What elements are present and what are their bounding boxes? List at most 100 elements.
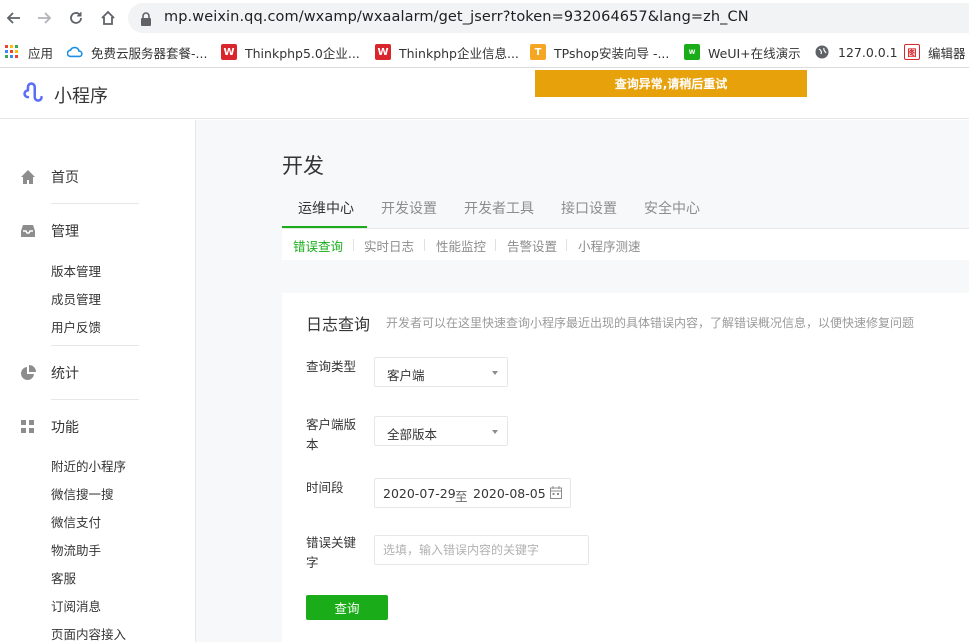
subtab-speed-test[interactable]: 小程序测速 [578, 236, 641, 255]
tpshop-icon: T [530, 44, 546, 60]
sidebar-item-label: 首页 [51, 170, 79, 186]
sidebar-item-label: 功能 [51, 420, 79, 436]
caret-down-icon [492, 371, 498, 375]
pie-chart-icon [20, 365, 36, 381]
bookmark-label: 应用 [28, 45, 54, 61]
lock-icon [140, 11, 152, 30]
sidebar-item-user-feedback[interactable]: 用户反馈 [51, 317, 101, 336]
app-header: 小程序 查询异常,请稍后重试 [0, 68, 969, 119]
bookmark-label: WeUI+在线演示 [708, 45, 801, 61]
bookmark-cloud[interactable]: 免费云服务器套餐-... [67, 43, 207, 61]
divider [51, 399, 139, 400]
miniprogram-logo-icon [22, 81, 46, 109]
browser-toolbar: mp.weixin.qq.com/wxamp/wxaalarm/get_jser… [0, 0, 969, 36]
sidebar-item-logistics[interactable]: 物流助手 [51, 540, 101, 559]
sidebar-item-label: 管理 [51, 224, 79, 240]
caret-down-icon [492, 430, 498, 434]
sidebar-item-customer-service[interactable]: 客服 [51, 568, 76, 587]
thinkphp-icon: W [221, 44, 237, 60]
forward-icon[interactable] [34, 8, 54, 28]
query-button[interactable]: 查询 [306, 595, 388, 620]
tab-security-center[interactable]: 安全中心 [644, 198, 700, 218]
bookmark-editor[interactable]: 图 编辑器 [904, 43, 966, 61]
bookmark-label: TPshop安装向导 -... [554, 45, 670, 61]
page-title: 开发 [282, 154, 324, 178]
sidebar-item-pay[interactable]: 微信支付 [51, 512, 101, 531]
address-bar[interactable]: mp.weixin.qq.com/wxamp/wxaalarm/get_jser… [128, 3, 969, 33]
subtab-alert-settings[interactable]: 告警设置 [507, 236, 557, 255]
tab-dev-settings[interactable]: 开发设置 [381, 198, 437, 218]
client-version-select[interactable]: 全部版本 [374, 416, 508, 446]
sidebar-item-manage[interactable]: 管理 [20, 221, 79, 241]
apps-grid-icon [4, 44, 20, 60]
back-icon[interactable] [4, 8, 24, 28]
inbox-icon [20, 223, 36, 239]
log-query-panel: 日志查询 开发者可以在这里快速查询小程序最近出现的具体错误内容，了解错误概况信息… [282, 293, 969, 642]
home-icon [20, 169, 36, 185]
bookmarks-bar: 应用 免费云服务器套餐-... W Thinkphp5.0企业... W Thi… [0, 36, 969, 68]
divider [51, 203, 139, 204]
bookmark-label: Thinkphp5.0企业... [245, 45, 360, 61]
sidebar-item-home[interactable]: 首页 [20, 167, 79, 187]
panel-description: 开发者可以在这里快速查询小程序最近出现的具体错误内容，了解错误概况信息，以便快速… [386, 316, 915, 330]
logo[interactable]: 小程序 [22, 81, 108, 109]
sidebar-item-version-manage[interactable]: 版本管理 [51, 261, 101, 280]
subtab-performance[interactable]: 性能监控 [436, 236, 486, 255]
bookmark-apps[interactable]: 应用 [4, 43, 53, 61]
bookmark-thinkphp5[interactable]: W Thinkphp5.0企业... [221, 43, 360, 61]
sub-tabs: 错误查询 实时日志 性能监控 告警设置 小程序测速 [282, 229, 969, 260]
time-range-label: 时间段 [306, 480, 344, 495]
error-alert-banner: 查询异常,请稍后重试 [535, 70, 807, 97]
date-range-picker[interactable]: 2020-07-29 至 2020-08-05 [374, 478, 571, 508]
bookmark-localhost[interactable]: 127.0.0.1 [814, 43, 898, 61]
tab-dev-tools[interactable]: 开发者工具 [464, 198, 534, 218]
client-version-value: 全部版本 [387, 427, 438, 442]
bookmark-label: 免费云服务器套餐-... [91, 45, 208, 61]
panel-title: 日志查询 [306, 315, 371, 334]
divider [51, 345, 139, 346]
tab-api-settings[interactable]: 接口设置 [561, 198, 617, 218]
date-to: 2020-08-05 [473, 486, 546, 501]
sidebar-item-label: 统计 [51, 366, 79, 382]
sidebar-item-features[interactable]: 功能 [20, 417, 79, 437]
client-version-label: 客户端版本 [306, 417, 357, 452]
query-type-select[interactable]: 客户端 [374, 357, 508, 387]
sidebar: 首页 管理 版本管理 成员管理 用户反馈 统计 功能 附近的小程序 微信搜一搜 … [0, 120, 196, 642]
home-page-icon[interactable] [98, 8, 118, 28]
tab-ops-center[interactable]: 运维中心 [298, 198, 354, 218]
cloud-icon [67, 44, 83, 60]
bookmark-label: Thinkphp企业信息... [399, 45, 519, 61]
reload-icon[interactable] [66, 8, 86, 28]
thinkphp-icon: W [375, 44, 391, 60]
query-type-label: 查询类型 [306, 359, 357, 374]
bookmark-label: 127.0.0.1 [838, 44, 898, 60]
sidebar-item-search[interactable]: 微信搜一搜 [51, 484, 114, 503]
divider [424, 239, 425, 251]
subtab-realtime-log[interactable]: 实时日志 [364, 236, 414, 255]
query-type-value: 客户端 [387, 368, 425, 383]
grid-icon [20, 419, 36, 435]
logo-text: 小程序 [54, 86, 108, 107]
sidebar-item-page-content[interactable]: 页面内容接入 [51, 624, 126, 643]
sidebar-item-member-manage[interactable]: 成员管理 [51, 289, 101, 308]
weui-icon: W [684, 44, 700, 60]
bookmark-label: 编辑器 [928, 45, 966, 61]
sidebar-item-subscribe-message[interactable]: 订阅消息 [51, 596, 101, 615]
calendar-icon [550, 486, 562, 502]
date-from: 2020-07-29 [383, 486, 456, 501]
url-text: mp.weixin.qq.com/wxamp/wxaalarm/get_jser… [164, 9, 749, 25]
date-separator: 至 [455, 489, 468, 504]
globe-icon [814, 44, 830, 60]
bookmark-tpshop[interactable]: T TPshop安装向导 -... [530, 43, 669, 61]
sidebar-item-nearby[interactable]: 附近的小程序 [51, 456, 126, 475]
divider [495, 239, 496, 251]
bookmark-weui[interactable]: W WeUI+在线演示 [684, 43, 801, 61]
divider [566, 239, 567, 251]
divider [353, 239, 354, 251]
editor-icon: 图 [904, 44, 920, 60]
bookmark-thinkphp[interactable]: W Thinkphp企业信息... [375, 43, 519, 61]
keyword-input[interactable] [374, 535, 589, 565]
sidebar-item-stats[interactable]: 统计 [20, 363, 79, 383]
subtab-error-query[interactable]: 错误查询 [293, 236, 343, 255]
keyword-label: 错误关键字 [306, 535, 357, 570]
